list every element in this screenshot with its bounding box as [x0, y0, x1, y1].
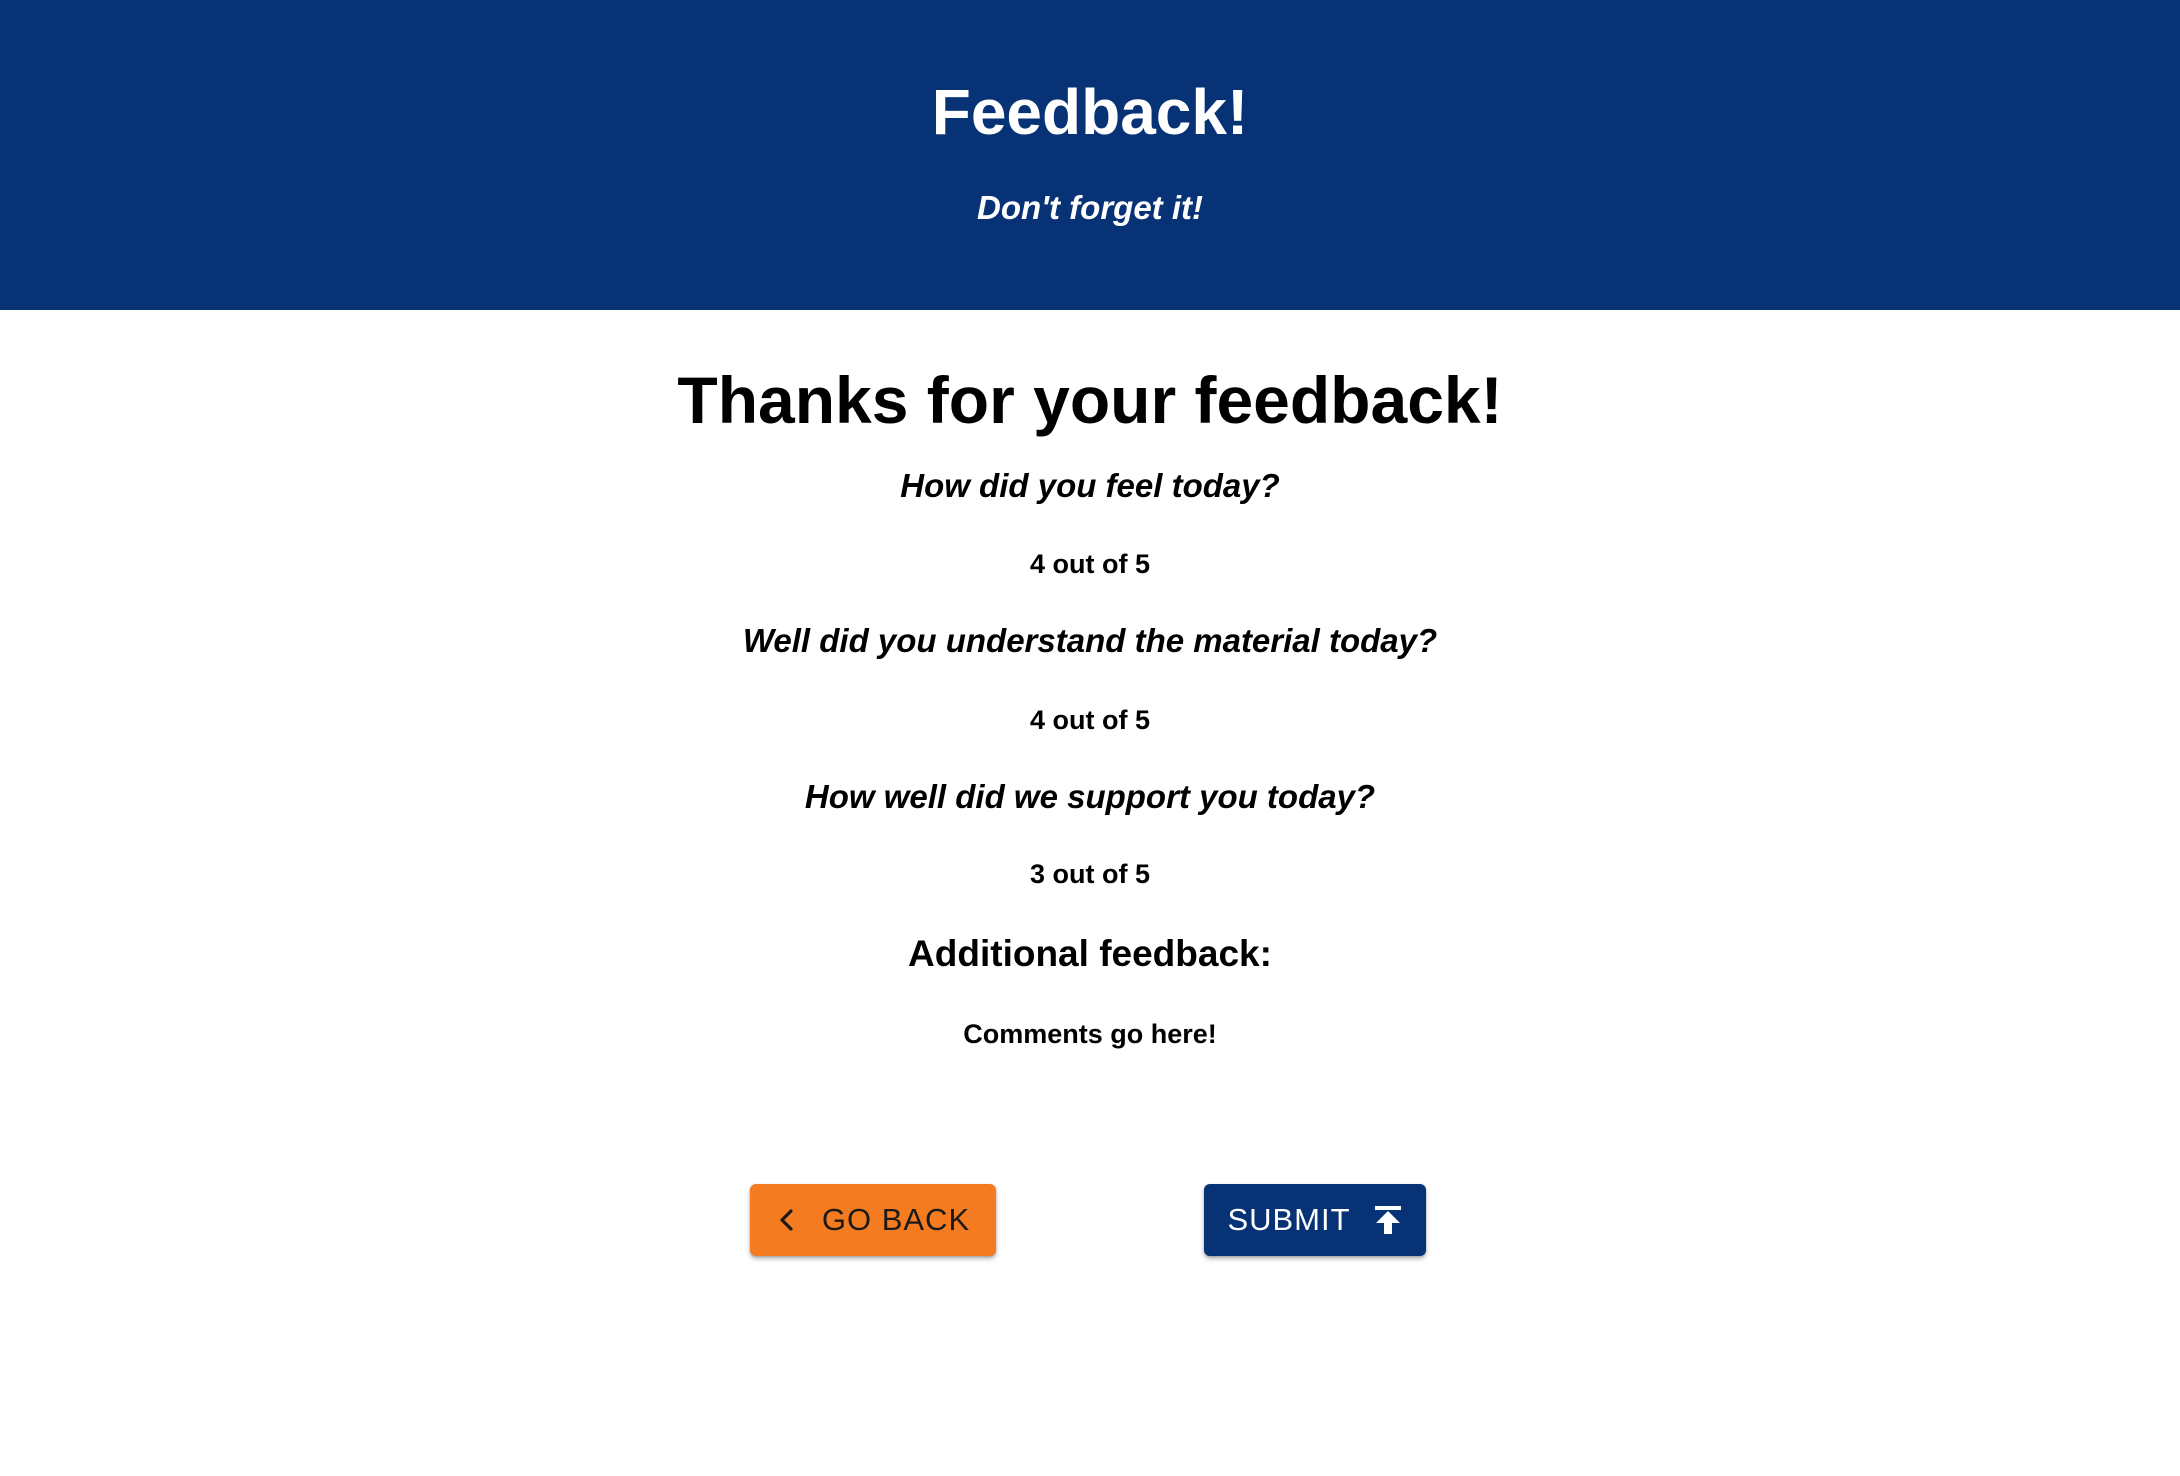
answer-feel: 4 out of 5	[1030, 549, 1150, 579]
upload-arrow-icon	[1373, 1204, 1403, 1236]
additional-feedback-heading: Additional feedback:	[908, 933, 1272, 974]
additional-feedback-text: Comments go here!	[963, 1019, 1217, 1049]
submit-label: SUBMIT	[1227, 1202, 1351, 1237]
question-support: How well did we support you today?	[804, 778, 1376, 815]
header-subtitle: Don't forget it!	[977, 189, 1203, 226]
go-back-button[interactable]: GO BACK	[750, 1184, 996, 1256]
header-title: Feedback!	[931, 76, 1249, 148]
page-header: Feedback! Don't forget it!	[0, 0, 2180, 310]
question-understand: Well did you understand the material tod…	[742, 622, 1438, 659]
submit-button[interactable]: SUBMIT	[1204, 1184, 1426, 1256]
answer-support: 3 out of 5	[1030, 859, 1150, 889]
question-feel: How did you feel today?	[900, 467, 1280, 504]
answer-understand: 4 out of 5	[1030, 705, 1150, 735]
page-title: Thanks for your feedback!	[677, 363, 1503, 437]
go-back-label: GO BACK	[821, 1202, 971, 1237]
chevron-left-icon	[776, 1207, 798, 1233]
